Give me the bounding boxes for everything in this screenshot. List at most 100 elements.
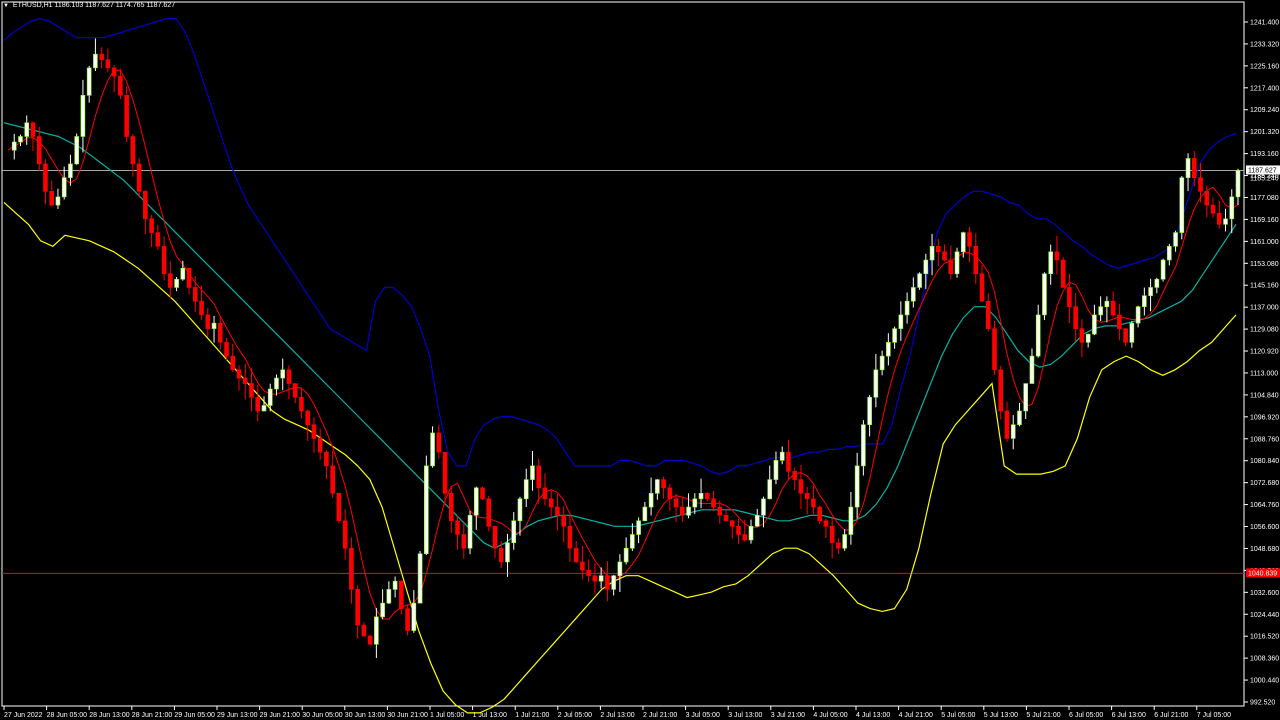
candle-body [1048, 251, 1053, 275]
x-tick-label: 30 Jun 13:00 [345, 712, 386, 719]
y-tick-label: 1153.080 [1250, 261, 1279, 268]
candle-body [1085, 333, 1091, 343]
candle-body [742, 534, 748, 541]
candle-body [267, 388, 273, 406]
x-tick-label: 5 Jul 13:00 [984, 712, 1018, 719]
candle-body [873, 369, 879, 398]
candle-body [1167, 245, 1172, 261]
candle-body [211, 322, 217, 329]
candle-body [786, 451, 791, 472]
candle-body [1035, 314, 1041, 357]
y-tick-label: 1088.760 [1250, 436, 1279, 443]
x-tick-label: 1 Jul 21:00 [515, 712, 549, 719]
candle-body [548, 498, 554, 508]
x-tick-label: 7 Jul 05:00 [1197, 712, 1231, 719]
candle-body [1060, 259, 1066, 288]
candle-body [998, 369, 1004, 412]
dropdown-arrow-icon[interactable]: ▼ [3, 3, 9, 9]
candle-body [605, 575, 610, 590]
candle-body [592, 575, 598, 582]
candle-body [623, 547, 629, 563]
candle-body [1148, 287, 1153, 296]
plot-frame [1, 1, 1245, 707]
candle-body [180, 267, 186, 280]
candle-body [1185, 158, 1191, 178]
candle-body [492, 525, 498, 549]
x-tick-label: 6 Jul 13:00 [1112, 712, 1146, 719]
candle-body [573, 547, 579, 563]
candle-body [555, 506, 560, 516]
candle-body [374, 616, 379, 645]
y-tick-label: 1024.440 [1250, 612, 1279, 619]
candle-body [261, 405, 267, 412]
candle-body [473, 487, 479, 516]
chart-header: ▼ ETHUSD,H1 1186.103 1187.627 1174.765 1… [3, 2, 175, 9]
candle-body [124, 95, 129, 137]
middle-band-line [3, 122, 1237, 549]
candle-body [1067, 287, 1072, 307]
candle-body [967, 232, 972, 247]
candle-body [1160, 259, 1166, 280]
candle-body [948, 259, 954, 275]
candle-body [336, 493, 342, 522]
candle-body [717, 506, 723, 516]
candle-body [143, 191, 148, 220]
candle-body [879, 355, 885, 371]
candle-body [174, 278, 179, 288]
candle-body [817, 506, 822, 522]
candle-body [1098, 306, 1103, 316]
y-tick-label: 1193.160 [1250, 151, 1279, 158]
symbol-label: ETHUSD,H1 [12, 2, 53, 9]
x-tick-label: 6 Jul 05:00 [1069, 712, 1103, 719]
candle-body [36, 136, 42, 165]
red-level-tag-label: 1040.839 [1248, 570, 1277, 577]
x-tick-label: 4 Jul 05:00 [813, 712, 847, 719]
candle-body [455, 520, 460, 535]
candle-body [199, 300, 204, 316]
candle-body [105, 59, 111, 69]
candle-body [230, 355, 236, 371]
candle-body [1204, 191, 1210, 206]
y-tick-label: 1177.080 [1250, 195, 1279, 202]
y-tick-label: 1016.520 [1250, 634, 1279, 641]
y-tick-label: 1064.760 [1250, 502, 1279, 509]
candle-body [698, 493, 704, 500]
x-tick-label: 4 Jul 21:00 [899, 712, 933, 719]
x-tick-label: 2 Jul 05:00 [558, 712, 592, 719]
y-tick-label: 1241.400 [1250, 20, 1279, 27]
candle-body [886, 342, 891, 357]
candle-body [1223, 218, 1228, 225]
candle-body [617, 561, 623, 576]
candle-body [292, 383, 298, 398]
candle-body [655, 479, 660, 494]
candle-body [692, 498, 698, 508]
candle-body [923, 259, 929, 275]
candle-body [1054, 251, 1060, 261]
candle-body [242, 377, 248, 384]
candle-body [811, 498, 816, 508]
y-tick-label: 1032.600 [1250, 590, 1279, 597]
price-chart[interactable]: 1241.400 1233.320 1225.160 1217.400 1209.240… [0, 0, 1280, 720]
candle-body [904, 300, 910, 316]
candle-body [386, 589, 392, 604]
x-tick-label: 3 Jul 05:00 [686, 712, 720, 719]
x-tick-label: 30 Jun 21:00 [387, 712, 428, 719]
candle-body [330, 465, 335, 494]
x-tick-label: 28 Jun 21:00 [132, 712, 173, 719]
x-tick-label: 29 Jun 21:00 [260, 712, 301, 719]
candle-body [954, 251, 960, 275]
candle-body [861, 424, 866, 467]
candle-body [405, 608, 410, 631]
candle-body [99, 53, 104, 60]
candle-body [648, 493, 654, 508]
candle-body [280, 369, 286, 379]
candle-body [1216, 213, 1222, 225]
candle-body [561, 514, 566, 527]
candle-body [149, 218, 154, 233]
x-tick-label: 29 Jun 05:00 [174, 712, 215, 719]
candle-body [217, 322, 223, 343]
candle-body [236, 369, 242, 379]
candle-body [380, 602, 385, 618]
candle-body [767, 479, 773, 500]
y-tick-label: 1072.680 [1250, 480, 1279, 487]
